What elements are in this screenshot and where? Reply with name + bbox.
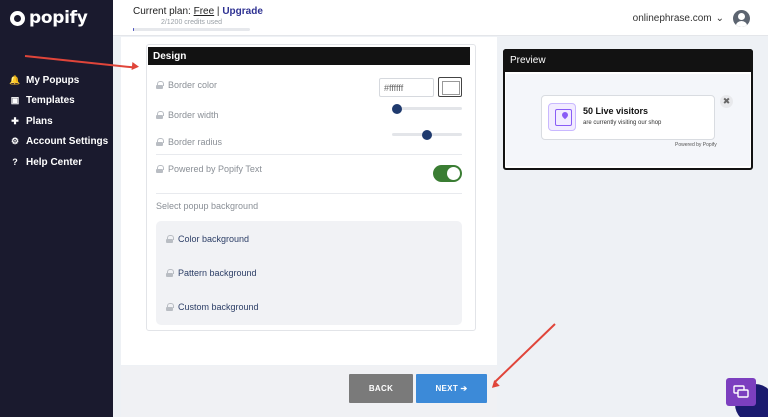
custom-background-label: Custom background — [178, 302, 259, 312]
divider — [156, 154, 462, 155]
border-radius-text: Border radius — [168, 137, 223, 147]
border-width-text: Border width — [168, 110, 219, 120]
color-background-label: Color background — [178, 234, 250, 244]
credits-progress-bar — [133, 28, 250, 31]
map-pin-image-icon — [548, 103, 576, 131]
border-width-slider-thumb[interactable] — [392, 103, 402, 114]
upgrade-link[interactable]: Upgrade — [222, 6, 263, 17]
chat-icon — [733, 385, 749, 398]
border-radius-label: Border radius — [156, 137, 222, 147]
border-radius-slider-thumb[interactable] — [422, 129, 432, 140]
pattern-background-label: Pattern background — [178, 268, 257, 278]
lock-icon — [156, 165, 164, 173]
color-background-option[interactable]: Color background — [166, 234, 249, 244]
powered-by-label: Powered by Popify Text — [156, 164, 262, 174]
background-section-title: Select popup background — [156, 201, 259, 211]
sidebar-item-templates[interactable]: ▣ Templates — [10, 91, 108, 112]
popify-logo[interactable]: popify — [10, 8, 88, 28]
top-bar: Current plan: Free | Upgrade 2/1200 cred… — [113, 0, 768, 36]
plan-prefix: Current plan: — [133, 6, 194, 17]
pattern-background-option[interactable]: Pattern background — [166, 268, 257, 278]
border-radius-slider[interactable] — [392, 129, 462, 140]
current-plan: Current plan: Free | Upgrade — [133, 6, 263, 17]
plan-name-link[interactable]: Free — [194, 6, 215, 17]
next-button[interactable]: NEXT ➔ — [416, 374, 487, 403]
lock-icon — [166, 235, 174, 243]
design-header: Design — [148, 47, 470, 65]
custom-background-option[interactable]: Custom background — [166, 302, 259, 312]
sidebar-nav: 🔔 My Popups ▣ Templates ✚ Plans ⚙ Accoun… — [9, 70, 108, 173]
popup-subtitle: are currently visiting our shop — [583, 120, 662, 126]
lock-icon — [166, 303, 174, 311]
sidebar-item-label: Plans — [26, 115, 53, 127]
powered-by-popify-text: Powered by Popify — [675, 142, 717, 148]
logo-text: popify — [29, 8, 88, 28]
border-color-label: Border color — [156, 80, 217, 90]
powered-by-toggle[interactable] — [433, 165, 462, 182]
lock-icon — [156, 81, 164, 89]
sidebar-item-account-settings[interactable]: ⚙ Account Settings — [10, 132, 108, 153]
border-color-input[interactable] — [379, 78, 434, 97]
close-icon[interactable]: ✖ — [720, 95, 733, 108]
sidebar-item-label: Account Settings — [26, 136, 109, 148]
credits-used-text: 2/1200 credits used — [160, 19, 223, 26]
popup-title: 50 Live visitors — [583, 106, 649, 116]
chevron-down-icon: ⌄ — [715, 13, 724, 24]
border-color-text: Border color — [168, 80, 218, 90]
sidebar-item-my-popups[interactable]: 🔔 My Popups — [9, 70, 108, 91]
chat-widget-button[interactable] — [726, 378, 756, 406]
divider — [156, 193, 462, 194]
sidebar-item-label: Templates — [26, 95, 75, 107]
powered-by-text: Powered by Popify Text — [168, 164, 262, 174]
lock-icon — [156, 138, 164, 146]
border-width-label: Border width — [156, 110, 219, 120]
sidebar-item-plans[interactable]: ✚ Plans — [10, 111, 108, 132]
help-icon: ? — [12, 157, 18, 168]
lock-icon — [166, 269, 174, 277]
gear-icon: ⚙ — [10, 136, 20, 147]
domain-selector[interactable]: onlinephrase.com ⌄ — [633, 13, 724, 24]
border-color-swatch[interactable] — [438, 77, 462, 97]
lock-icon — [156, 111, 164, 119]
bell-icon: 🔔 — [9, 74, 21, 85]
domain-name: onlinephrase.com — [632, 13, 712, 24]
credits-progress-fill — [133, 28, 134, 31]
annotation-arrow-head — [131, 62, 140, 71]
sidebar-item-help-center[interactable]: ? Help Center — [10, 152, 108, 173]
border-width-slider[interactable] — [392, 103, 462, 114]
annotation-arrow-line — [494, 323, 556, 383]
back-button[interactable]: BACK — [349, 374, 413, 403]
template-icon: ▣ — [10, 95, 20, 106]
grid-icon: ✚ — [11, 115, 19, 126]
sidebar-item-label: Help Center — [26, 156, 83, 168]
preview-title: Preview — [503, 49, 753, 72]
sidebar-item-label: My Popups — [26, 74, 80, 86]
avatar[interactable] — [733, 10, 750, 27]
logo-icon — [10, 10, 25, 26]
